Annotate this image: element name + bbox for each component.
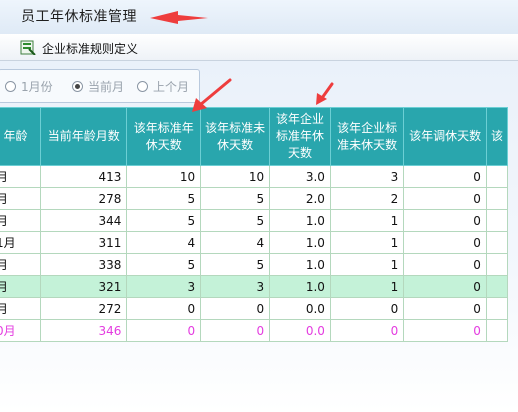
rule-definition-button[interactable]: 企业标准规则定义: [42, 40, 138, 57]
cell-standard-unused: 0: [200, 319, 271, 342]
cell-standard-leave: 0: [126, 319, 202, 342]
table-row[interactable]: 月 338 5 5 1.0 1 0: [0, 253, 509, 276]
cell-company-unused: 2: [329, 187, 405, 210]
cell-company-leave: 1.0: [269, 209, 331, 232]
cell-company-unused: 1: [329, 209, 405, 232]
cell-standard-unused: 3: [200, 275, 271, 298]
cell-more: [485, 165, 509, 188]
table-row[interactable]: 月 344 5 5 1.0 1 0: [0, 209, 509, 232]
radio-label: 1月份: [21, 80, 53, 94]
cell-more: [485, 209, 509, 232]
col-header-standard-unused[interactable]: 该年标准未休天数: [200, 107, 271, 166]
cell-adjusted-leave: 0: [403, 275, 487, 298]
cell-company-leave: 3.0: [269, 165, 331, 188]
cell-age-months: 311: [40, 231, 128, 254]
cell-company-leave: 2.0: [269, 187, 331, 210]
radio-january[interactable]: 1月份: [5, 78, 53, 94]
cell-standard-leave: 5: [126, 209, 202, 232]
cell-more: [485, 231, 509, 254]
cell-age: 月: [0, 297, 42, 320]
rule-definition-icon[interactable]: [20, 40, 36, 55]
cell-age-months: 346: [40, 319, 128, 342]
cell-age: 月: [0, 165, 42, 188]
cell-adjusted-leave: 0: [403, 319, 487, 342]
cell-standard-unused: 5: [200, 253, 271, 276]
radio-dot: [137, 81, 148, 92]
cell-standard-unused: 0: [200, 297, 271, 320]
annotation-arrow-title: [150, 11, 208, 24]
cell-age-months: 272: [40, 297, 128, 320]
cell-adjusted-leave: 0: [403, 165, 487, 188]
cell-standard-unused: 5: [200, 209, 271, 232]
cell-more: [485, 319, 509, 342]
cell-age: 月: [0, 209, 42, 232]
cell-company-leave: 1.0: [269, 231, 331, 254]
col-header-more[interactable]: 该: [485, 107, 509, 166]
table-header-row: 年龄 当前年龄月数 该年标准年休天数 该年标准未休天数 该年企业标准年休天数 该…: [0, 107, 509, 166]
cell-standard-leave: 3: [126, 275, 202, 298]
vacation-standard-table: 年龄 当前年龄月数 该年标准年休天数 该年标准未休天数 该年企业标准年休天数 该…: [0, 107, 509, 342]
cell-company-unused: 3: [329, 165, 405, 188]
cell-age-months: 321: [40, 275, 128, 298]
cell-adjusted-leave: 0: [403, 297, 487, 320]
cell-adjusted-leave: 0: [403, 209, 487, 232]
window-titlebar: 员工年休标准管理: [0, 0, 518, 35]
cell-age: 月: [0, 253, 42, 276]
table-row[interactable]: 月 272 0 0 0.0 0 0: [0, 297, 509, 320]
table-row[interactable]: 1月 311 4 4 1.0 1 0: [0, 231, 509, 254]
radio-previous-month[interactable]: 上个月: [137, 78, 189, 94]
cell-standard-leave: 5: [126, 253, 202, 276]
cell-age-months: 344: [40, 209, 128, 232]
cell-company-leave: 0.0: [269, 297, 331, 320]
window-title: 员工年休标准管理: [21, 9, 137, 25]
table-row[interactable]: 月 278 5 5 2.0 2 0: [0, 187, 509, 210]
annotation-arrow-standard-leave: [192, 78, 232, 112]
cell-standard-leave: 0: [126, 297, 202, 320]
cell-age: 1月: [0, 231, 42, 254]
cell-company-leave: 0.0: [269, 319, 331, 342]
table-row[interactable]: 月 413 10 10 3.0 3 0: [0, 165, 509, 188]
cell-standard-leave: 10: [126, 165, 202, 188]
col-header-age-months[interactable]: 当前年龄月数: [40, 107, 128, 166]
cell-company-unused: 1: [329, 253, 405, 276]
cell-age: 月: [0, 275, 42, 298]
cell-age: 0月: [0, 319, 42, 342]
cell-standard-leave: 4: [126, 231, 202, 254]
table-row-selected[interactable]: 月 321 3 3 1.0 1 0: [0, 275, 509, 298]
cell-age: 月: [0, 187, 42, 210]
cell-company-leave: 1.0: [269, 253, 331, 276]
cell-company-leave: 1.0: [269, 275, 331, 298]
cell-adjusted-leave: 0: [403, 231, 487, 254]
cell-company-unused: 0: [329, 319, 405, 342]
col-header-company-leave[interactable]: 该年企业标准年休天数: [269, 107, 331, 166]
annotation-arrow-company-leave: [316, 82, 334, 105]
radio-label: 当前月: [88, 80, 125, 94]
col-header-standard-leave[interactable]: 该年标准年休天数: [126, 107, 202, 166]
col-header-age[interactable]: 年龄: [0, 107, 42, 166]
cell-more: [485, 253, 509, 276]
cell-more: [485, 187, 509, 210]
cell-adjusted-leave: 0: [403, 253, 487, 276]
cell-company-unused: 0: [329, 297, 405, 320]
radio-dot: [5, 81, 16, 92]
col-header-adjusted-leave[interactable]: 该年调休天数: [403, 107, 487, 166]
radio-current-month[interactable]: 当前月: [72, 78, 124, 94]
radio-dot: [72, 81, 83, 92]
cell-company-unused: 1: [329, 231, 405, 254]
cell-age-months: 278: [40, 187, 128, 210]
cell-standard-unused: 4: [200, 231, 271, 254]
cell-adjusted-leave: 0: [403, 187, 487, 210]
cell-more: [485, 297, 509, 320]
cell-more: [485, 275, 509, 298]
cell-age-months: 413: [40, 165, 128, 188]
cell-standard-leave: 5: [126, 187, 202, 210]
radio-label: 上个月: [153, 80, 190, 94]
cell-standard-unused: 10: [200, 165, 271, 188]
table-row-highlighted[interactable]: 0月 346 0 0 0.0 0 0: [0, 319, 509, 342]
cell-age-months: 338: [40, 253, 128, 276]
cell-standard-unused: 5: [200, 187, 271, 210]
col-header-company-unused[interactable]: 该年企业标准未休天数: [329, 107, 405, 166]
cell-company-unused: 1: [329, 275, 405, 298]
